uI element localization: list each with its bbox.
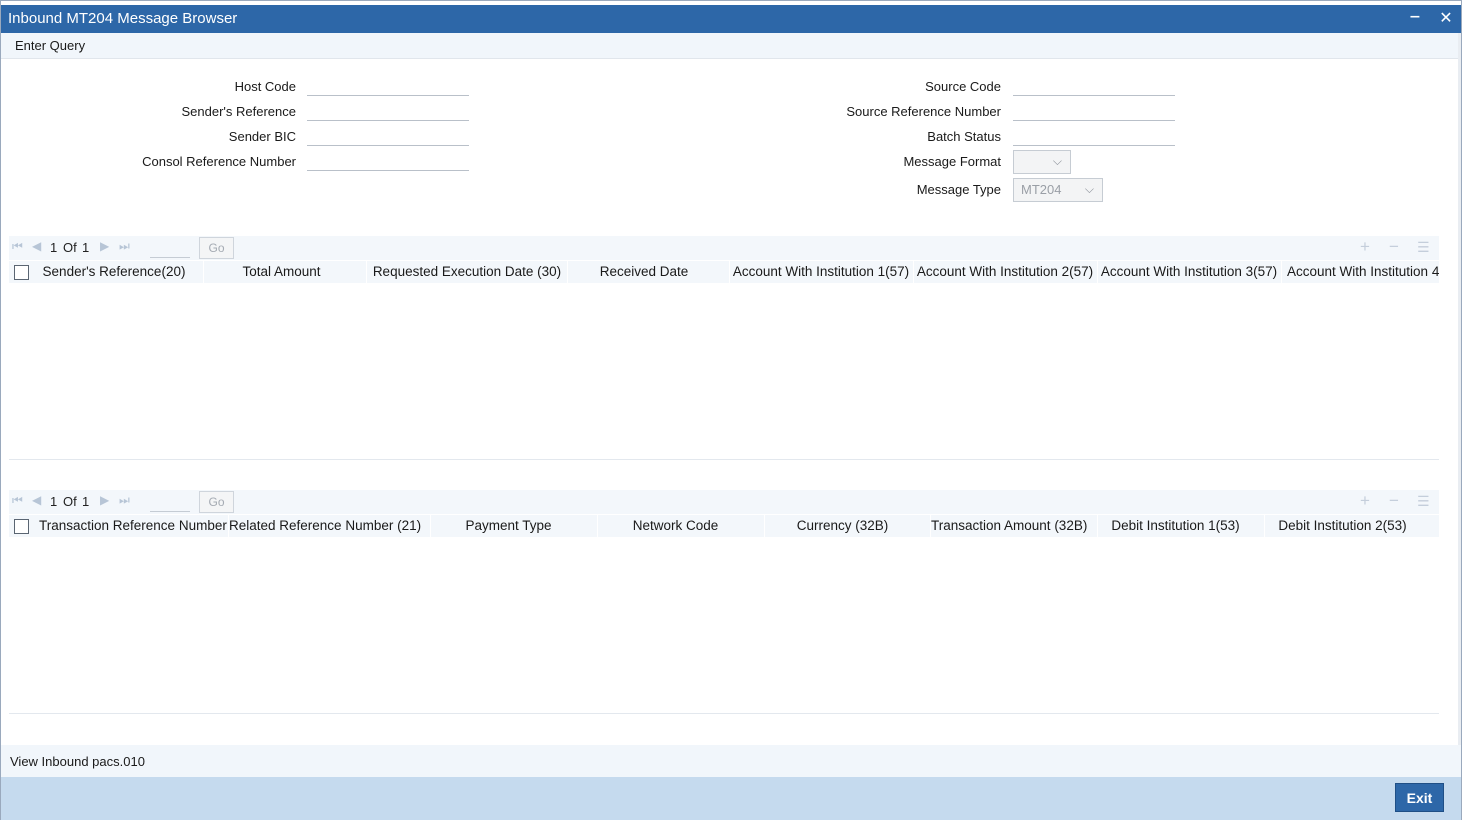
source-code-label: Source Code bbox=[925, 79, 1001, 94]
title-bar: Inbound MT204 Message Browser ‒ ✕ bbox=[1, 5, 1461, 33]
last-page-icon[interactable]: ⏭ bbox=[119, 493, 130, 508]
senders-reference-label: Sender's Reference bbox=[181, 104, 297, 119]
grid1-go-button[interactable]: Go bbox=[199, 237, 234, 259]
column-header[interactable]: Network Code bbox=[598, 518, 753, 533]
column-header[interactable]: Account With Institution 1(57) bbox=[731, 264, 911, 279]
add-row-icon[interactable]: + bbox=[1360, 491, 1370, 511]
footer-links-bar: View Inbound pacs.010 bbox=[1, 745, 1461, 777]
message-type-select[interactable]: MT204 ⌵ bbox=[1013, 178, 1103, 202]
column-header[interactable]: Debit Institution 1(53) bbox=[1098, 518, 1253, 533]
message-type-label: Message Type bbox=[916, 182, 1001, 197]
chevron-down-icon: ⌵ bbox=[1052, 154, 1062, 168]
grid1-header: Sender's Reference(20) Total Amount Requ… bbox=[9, 261, 1439, 283]
grid2-go-button[interactable]: Go bbox=[199, 491, 234, 513]
grid1-total-pages: 1 bbox=[82, 240, 90, 255]
view-inbound-pacs-link[interactable]: View Inbound pacs.010 bbox=[10, 754, 145, 769]
grid1-select-all-checkbox[interactable] bbox=[14, 265, 29, 280]
list-view-icon[interactable]: ☰ bbox=[1417, 239, 1430, 256]
column-header[interactable]: Received Date bbox=[568, 264, 720, 279]
column-header[interactable]: Account With Institution 2(57) bbox=[915, 264, 1095, 279]
footer-bar: Exit bbox=[1, 777, 1461, 820]
column-header[interactable]: Total Amount bbox=[204, 264, 359, 279]
grid2-bottom-divider bbox=[9, 713, 1439, 714]
grid1-of-label: Of bbox=[63, 240, 77, 255]
grid1-bottom-divider bbox=[9, 459, 1439, 460]
prev-page-icon[interactable]: ◀ bbox=[32, 239, 41, 253]
prev-page-icon[interactable]: ◀ bbox=[32, 493, 41, 507]
column-header[interactable]: Related Reference Number (21) bbox=[229, 518, 421, 533]
message-browser-window: Inbound MT204 Message Browser ‒ ✕ Enter … bbox=[0, 0, 1462, 820]
grid2-current-page: 1 bbox=[50, 494, 58, 509]
sender-bic-input[interactable] bbox=[307, 126, 469, 146]
grid2-header: Transaction Reference Number Related Ref… bbox=[9, 515, 1439, 537]
delete-row-icon[interactable]: − bbox=[1389, 237, 1399, 257]
add-row-icon[interactable]: + bbox=[1360, 237, 1370, 257]
grid1-current-page: 1 bbox=[50, 240, 58, 255]
source-reference-number-input[interactable] bbox=[1013, 101, 1175, 121]
grid2-pager: ⏮ ◀ 1 Of 1 ▶ ⏭ Go + − ☰ bbox=[9, 490, 1439, 514]
vertical-scrollbar[interactable] bbox=[1458, 33, 1461, 745]
next-page-icon[interactable]: ▶ bbox=[100, 493, 109, 507]
column-header[interactable]: Requested Execution Date (30) bbox=[367, 264, 567, 279]
column-header[interactable]: Debit Institution 2(53) bbox=[1265, 518, 1420, 533]
message-format-select[interactable]: ⌵ bbox=[1013, 150, 1071, 174]
last-page-icon[interactable]: ⏭ bbox=[119, 239, 130, 254]
list-view-icon[interactable]: ☰ bbox=[1417, 493, 1430, 510]
grid2-select-all-checkbox[interactable] bbox=[14, 519, 29, 534]
message-format-label: Message Format bbox=[903, 154, 1001, 169]
grid2-page-input[interactable] bbox=[150, 492, 190, 512]
grid2-total-pages: 1 bbox=[82, 494, 90, 509]
enter-query-menu-item[interactable]: Enter Query bbox=[15, 38, 85, 53]
consol-reference-number-label: Consol Reference Number bbox=[142, 154, 296, 169]
source-reference-number-label: Source Reference Number bbox=[846, 104, 1001, 119]
source-code-input[interactable] bbox=[1013, 76, 1175, 96]
column-header[interactable]: Currency (32B) bbox=[765, 518, 920, 533]
first-page-icon[interactable]: ⏮ bbox=[12, 239, 23, 254]
next-page-icon[interactable]: ▶ bbox=[100, 239, 109, 253]
column-header[interactable]: Transaction Amount (32B) bbox=[931, 518, 1087, 533]
exit-button[interactable]: Exit bbox=[1395, 783, 1444, 812]
sender-bic-label: Sender BIC bbox=[228, 129, 296, 144]
menu-bar: Enter Query bbox=[1, 33, 1461, 59]
first-page-icon[interactable]: ⏮ bbox=[12, 493, 23, 508]
senders-reference-input[interactable] bbox=[307, 101, 469, 121]
host-code-label: Host Code bbox=[234, 79, 296, 94]
host-code-input[interactable] bbox=[307, 76, 469, 96]
grid2-of-label: Of bbox=[63, 494, 77, 509]
minimize-icon[interactable]: ‒ bbox=[1405, 8, 1425, 26]
chevron-down-icon: ⌵ bbox=[1084, 182, 1094, 196]
column-header[interactable]: Sender's Reference(20) bbox=[34, 264, 194, 279]
column-header[interactable]: Account With Institution 3(57) bbox=[1099, 264, 1279, 279]
window-title: Inbound MT204 Message Browser bbox=[8, 10, 238, 27]
close-icon[interactable]: ✕ bbox=[1436, 8, 1456, 28]
consol-reference-number-input[interactable] bbox=[307, 151, 469, 171]
batch-status-label: Batch Status bbox=[927, 129, 1001, 144]
column-header[interactable]: Payment Type bbox=[431, 518, 586, 533]
delete-row-icon[interactable]: − bbox=[1389, 491, 1399, 511]
grid1-pager: ⏮ ◀ 1 Of 1 ▶ ⏭ Go + − ☰ bbox=[9, 236, 1439, 260]
message-type-value: MT204 bbox=[1021, 182, 1062, 197]
column-header[interactable]: Transaction Reference Number bbox=[34, 518, 227, 533]
batch-status-input[interactable] bbox=[1013, 126, 1175, 146]
grid1-page-input[interactable] bbox=[150, 238, 190, 258]
column-header[interactable]: Account With Institution 4( bbox=[1287, 264, 1439, 279]
